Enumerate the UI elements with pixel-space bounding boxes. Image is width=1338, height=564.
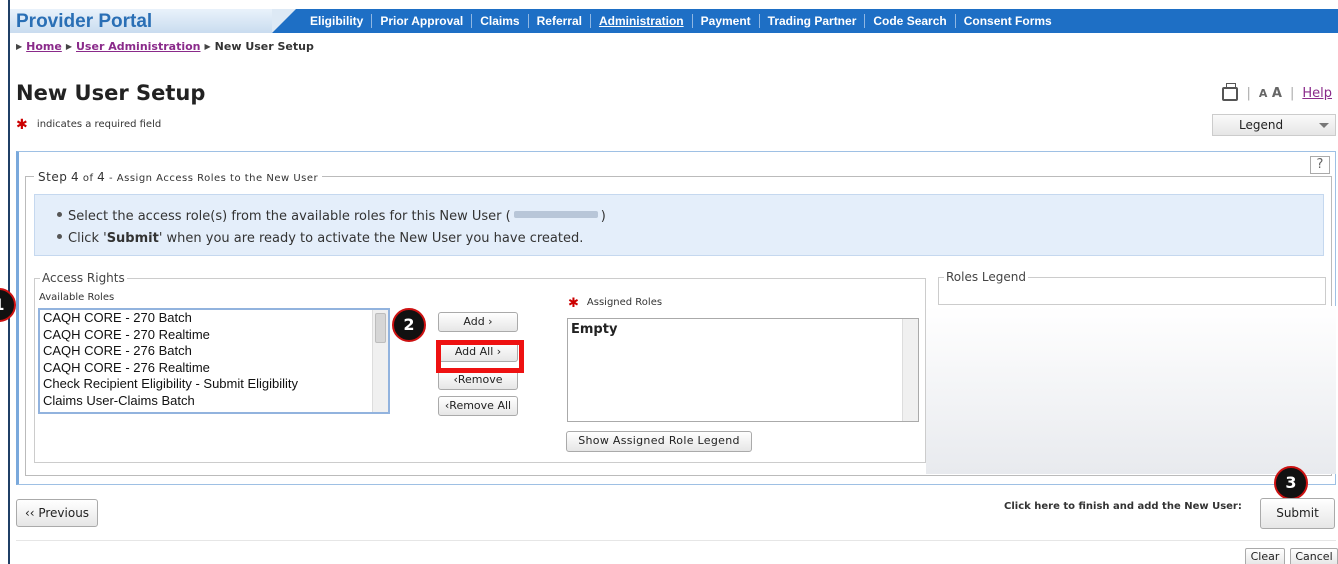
font-size-icon[interactable]: A A (1259, 86, 1282, 101)
submit-button[interactable]: Submit (1260, 498, 1335, 529)
redacted-user-id (513, 211, 598, 218)
bullet-icon (57, 234, 62, 239)
breadcrumb-arrow-icon: ▶ (16, 42, 23, 51)
callout-badge-1: 1 (0, 288, 16, 322)
required-note-text: indicates a required field (36, 119, 162, 130)
instructions-box: Select the access role(s) from the avail… (34, 194, 1324, 256)
list-item[interactable]: Check Recipient Eligibility - Submit Eli… (40, 376, 388, 393)
list-item[interactable]: CAQH CORE - 270 Realtime (40, 327, 388, 344)
nav-payment[interactable]: Payment (693, 14, 760, 28)
breadcrumb-current: New User Setup (214, 40, 314, 53)
required-star-icon: ✱ (568, 296, 579, 311)
breadcrumb-user-admin[interactable]: User Administration (76, 40, 201, 53)
nav-consent-forms[interactable]: Consent Forms (956, 14, 1060, 28)
show-assigned-role-legend-button[interactable]: Show Assigned Role Legend (566, 431, 752, 452)
nav-corner (272, 9, 296, 33)
nav-claims[interactable]: Claims (472, 14, 529, 28)
instruction-line-1: Select the access role(s) from the avail… (57, 209, 606, 224)
finish-instruction: Click here to finish and add the New Use… (1004, 501, 1242, 512)
remove-button[interactable]: ‹Remove (438, 370, 518, 390)
remove-all-button[interactable]: ‹Remove All (438, 396, 518, 416)
highlight-box (436, 340, 524, 373)
chevron-down-icon (1319, 123, 1329, 128)
assigned-roles-list[interactable]: Empty (567, 318, 919, 422)
help-link[interactable]: Help (1302, 86, 1332, 101)
question-help-icon[interactable]: ? (1310, 156, 1330, 174)
page-tools: | A A | Help (1222, 82, 1332, 101)
assigned-roles-scrollbar[interactable] (902, 319, 918, 421)
access-rights-title: Access Rights (40, 271, 127, 285)
required-note: ✱ indicates a required field (16, 117, 161, 133)
footer-divider (16, 540, 1336, 541)
legend-dropdown[interactable]: Legend (1212, 114, 1336, 136)
roles-legend-title: Roles Legend (944, 270, 1029, 284)
add-button[interactable]: Add › (438, 312, 518, 332)
nav-administration[interactable]: Administration (591, 14, 693, 28)
assigned-roles-label: ✱ Assigned Roles (568, 296, 663, 311)
instruction-line-2: Click 'Submit' when you are ready to act… (57, 231, 583, 246)
breadcrumb-arrow-icon: ▶ (204, 42, 211, 51)
nav-eligibility[interactable]: Eligibility (302, 14, 373, 28)
scrollbar-thumb[interactable] (375, 313, 386, 343)
brand-title: Provider Portal (16, 11, 153, 32)
required-star-icon: ✱ (16, 117, 28, 133)
list-item[interactable]: Claims User-Claims Batch (40, 393, 388, 410)
available-roles-label: Available Roles (39, 292, 115, 303)
nav-code-search[interactable]: Code Search (865, 14, 956, 28)
left-border (8, 0, 10, 564)
nav-referral[interactable]: Referral (529, 14, 591, 28)
tools-divider: | (1246, 86, 1251, 101)
bullet-icon (57, 212, 62, 217)
callout-badge-2: 2 (392, 308, 426, 342)
page-title: New User Setup (16, 81, 206, 105)
tools-divider: | (1289, 86, 1295, 101)
nav-prior-approval[interactable]: Prior Approval (372, 14, 473, 28)
available-roles-list[interactable]: CAQH CORE - 270 Batch CAQH CORE - 270 Re… (38, 308, 390, 414)
breadcrumb: ▶ Home ▶ User Administration ▶ New User … (16, 40, 314, 53)
available-roles-scrollbar[interactable] (372, 310, 388, 412)
step-title: Step 4 of 4 - Assign Access Roles to the… (34, 170, 323, 184)
roles-legend-area (926, 306, 1336, 474)
print-icon[interactable] (1222, 82, 1239, 101)
list-item[interactable]: CAQH CORE - 276 Batch (40, 343, 388, 360)
assigned-empty-text: Empty (571, 322, 618, 337)
legend-dropdown-label: Legend (1239, 118, 1284, 132)
clear-button[interactable]: Clear (1245, 548, 1285, 564)
list-item[interactable]: CAQH CORE - 276 Realtime (40, 360, 388, 377)
breadcrumb-home[interactable]: Home (26, 40, 62, 53)
nav-trading-partner[interactable]: Trading Partner (760, 14, 866, 28)
breadcrumb-arrow-icon: ▶ (65, 42, 72, 51)
callout-badge-3: 3 (1274, 466, 1308, 500)
list-item[interactable]: CAQH CORE - 270 Batch (40, 310, 388, 327)
previous-button[interactable]: ‹‹ Previous (16, 499, 98, 527)
cancel-button[interactable]: Cancel (1290, 548, 1338, 564)
main-nav: Eligibility Prior Approval Claims Referr… (272, 9, 1338, 33)
